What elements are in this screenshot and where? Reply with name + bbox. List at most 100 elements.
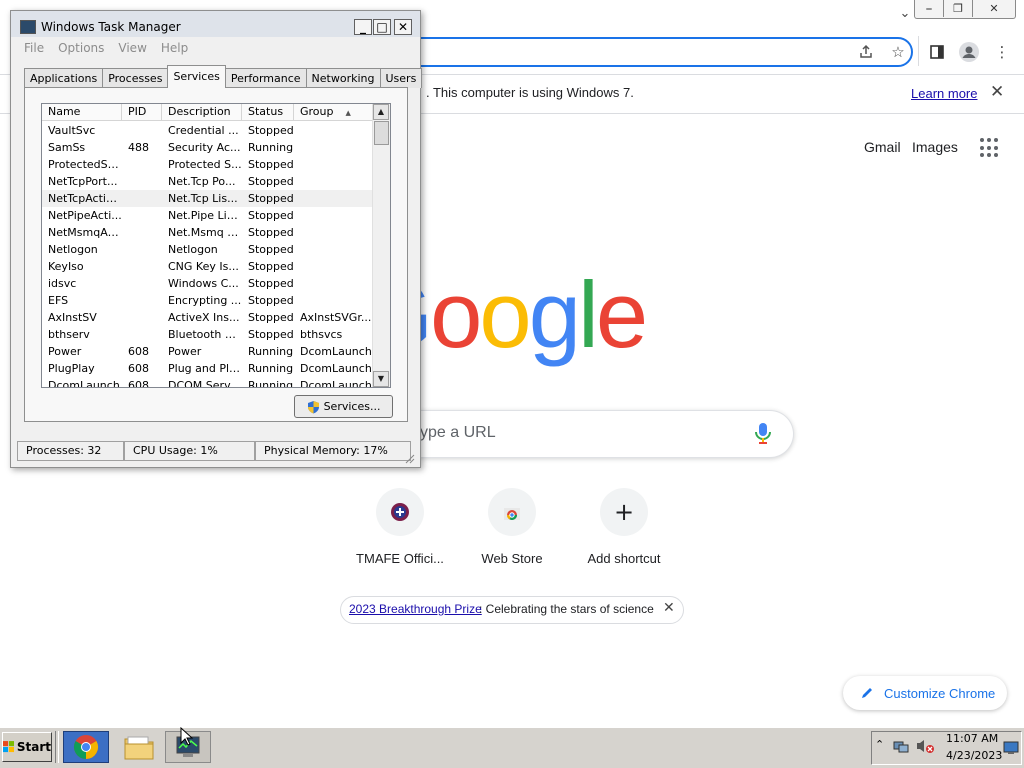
table-row[interactable]: ProtectedSt... Protected S... Stopped <box>42 156 374 173</box>
shortcut-add[interactable]: + Add shortcut <box>568 488 680 588</box>
column-header-status[interactable]: Status <box>242 104 294 120</box>
cell-description: Netlogon <box>168 243 218 256</box>
table-row[interactable]: PlugPlay 608 Plug and Play Running DcomLaunc… <box>42 360 374 377</box>
promo-close-icon[interactable]: ✕ <box>663 600 675 616</box>
volume-muted-icon[interactable] <box>915 738 935 754</box>
table-row[interactable]: VaultSvc Credential ... Stopped <box>42 122 374 139</box>
table-row[interactable]: NetTcpActiv... Net.Tcp Lis... Stopped <box>42 190 374 207</box>
cell-group <box>294 207 374 224</box>
tab-users[interactable]: Users <box>379 68 423 88</box>
cpu-usage: CPU Usage: 1% <box>124 441 255 461</box>
tray-expand-icon[interactable]: ⌃ <box>875 738 884 751</box>
tab-processes[interactable]: Processes <box>102 68 169 88</box>
table-row[interactable]: EFS Encrypting ... Stopped <box>42 292 374 309</box>
cell-pid <box>122 190 162 207</box>
start-button[interactable]: Start <box>2 732 52 762</box>
bookmark-star-icon[interactable]: ☆ <box>885 39 911 65</box>
tm-close-button[interactable]: ✕ <box>394 19 412 35</box>
learn-more-link[interactable]: Learn more <box>911 86 977 101</box>
table-row[interactable]: NetTcpPort... Net.Tcp Po... Stopped <box>42 173 374 190</box>
table-row[interactable]: NetMsmqAc... Net.Msmq L... Stopped <box>42 224 374 241</box>
promo-link[interactable]: 2023 Breakthrough Prize <box>349 602 482 616</box>
show-desktop-icon[interactable] <box>1003 740 1019 754</box>
microphone-icon[interactable] <box>752 421 774 445</box>
tm-menu-options[interactable]: Options <box>58 41 104 55</box>
chrome-menu-icon[interactable]: ⋮ <box>989 39 1015 65</box>
tm-menu-file[interactable]: File <box>24 41 44 55</box>
column-header-label: Group <box>300 105 334 118</box>
cell-name: NetTcpPort... <box>48 175 118 188</box>
resize-grip-icon[interactable] <box>403 449 415 464</box>
profile-avatar-icon[interactable] <box>956 39 982 65</box>
cell-description: Power <box>168 345 202 358</box>
cell-group <box>294 241 374 258</box>
table-row[interactable]: Power 608 Power Running DcomLaunch <box>42 343 374 360</box>
cell-pid: 608 <box>128 362 149 375</box>
images-link[interactable]: Images <box>912 139 958 155</box>
cell-status: Stopped <box>248 175 294 188</box>
clock-time[interactable]: 11:07 AM <box>946 732 998 745</box>
column-header-pid[interactable]: PID <box>122 104 162 120</box>
services-list[interactable]: Name PID Description Status Group ▲ VaultSvc C… <box>41 103 391 388</box>
share-icon[interactable] <box>853 39 879 65</box>
scroll-thumb[interactable] <box>374 121 389 145</box>
tab-applications[interactable]: Applications <box>24 68 104 88</box>
tab-services[interactable]: Services <box>167 65 226 88</box>
tm-menu-view[interactable]: View <box>118 41 146 55</box>
start-label: Start <box>16 740 51 754</box>
cell-description: Net.Pipe Lis... <box>168 209 242 222</box>
table-row[interactable]: NetPipeActi... Net.Pipe Lis... Stopped <box>42 207 374 224</box>
table-row[interactable]: idsvc Windows C... Stopped <box>42 275 374 292</box>
cell-name: idsvc <box>48 277 77 290</box>
physical-memory: Physical Memory: 17% <box>255 441 411 461</box>
network-icon[interactable] <box>893 738 909 754</box>
cell-group: DcomLaunch <box>300 345 372 358</box>
gmail-link[interactable]: Gmail <box>864 139 901 155</box>
google-apps-icon[interactable] <box>980 138 1000 158</box>
table-row[interactable]: bthserv Bluetooth S... Stopped bthsvcs <box>42 326 374 343</box>
tab-performance[interactable]: Performance <box>224 68 307 88</box>
services-scrollbar[interactable]: ▲ ▼ <box>372 104 390 387</box>
column-header-name[interactable]: Name <box>42 104 122 120</box>
restore-button[interactable]: ❐ <box>943 0 972 17</box>
scroll-up-icon[interactable]: ▲ <box>373 104 389 120</box>
tm-menu-help[interactable]: Help <box>161 41 188 55</box>
infobar-close-icon[interactable]: ✕ <box>990 82 1004 102</box>
cell-description: Security Ac... <box>168 141 241 154</box>
scroll-down-icon[interactable]: ▼ <box>373 371 389 387</box>
cell-group: bthsvcs <box>300 328 343 341</box>
tm-minimize-button[interactable]: _ <box>354 19 372 35</box>
table-row[interactable]: AxInstSV ActiveX Ins... Stopped AxInstSVGr.… <box>42 309 374 326</box>
table-row[interactable]: SamSs 488 Security Ac... Running <box>42 139 374 156</box>
tm-maximize-button[interactable]: □ <box>373 19 391 35</box>
taskbar-chrome-button[interactable] <box>63 731 109 763</box>
table-row[interactable]: DcomLaunch 608 DCOM Serv... Running DcomLaun… <box>42 377 374 388</box>
services-button[interactable]: Services... <box>294 395 393 418</box>
shortcut-label: TMAFE Offici... <box>356 551 444 566</box>
tab-networking[interactable]: Networking <box>305 68 381 88</box>
clock-date[interactable]: 4/23/2023 <box>946 749 1002 762</box>
shortcut-web-store[interactable]: Web Store <box>456 488 568 588</box>
shortcut-tmafe[interactable]: TMAFE Offici... <box>344 488 456 588</box>
shortcut-label: Web Store <box>481 551 543 566</box>
side-panel-icon[interactable] <box>924 39 950 65</box>
minimize-button[interactable]: ⎯ <box>915 0 943 17</box>
sort-ascending-icon: ▲ <box>345 109 351 117</box>
cell-name: SamSs <box>48 141 86 154</box>
address-bar[interactable] <box>380 37 913 67</box>
cell-status: Stopped <box>248 226 294 239</box>
column-header-label: PID <box>128 105 147 118</box>
cell-pid <box>122 173 162 190</box>
cell-pid <box>122 275 162 292</box>
column-header-description[interactable]: Description <box>162 104 242 120</box>
google-logo-letter: l <box>577 262 599 367</box>
cell-status: Running <box>248 379 294 388</box>
tab-search-chevron-icon[interactable]: ⌄ <box>895 6 915 26</box>
close-button[interactable]: ✕ <box>972 0 1015 17</box>
taskbar-explorer-button[interactable] <box>116 731 162 763</box>
table-row[interactable]: KeyIso CNG Key Is... Stopped <box>42 258 374 275</box>
cell-pid <box>122 156 162 173</box>
column-header-group[interactable]: Group ▲ <box>294 104 374 120</box>
table-row[interactable]: Netlogon Netlogon Stopped <box>42 241 374 258</box>
cell-description: Credential ... <box>168 124 239 137</box>
